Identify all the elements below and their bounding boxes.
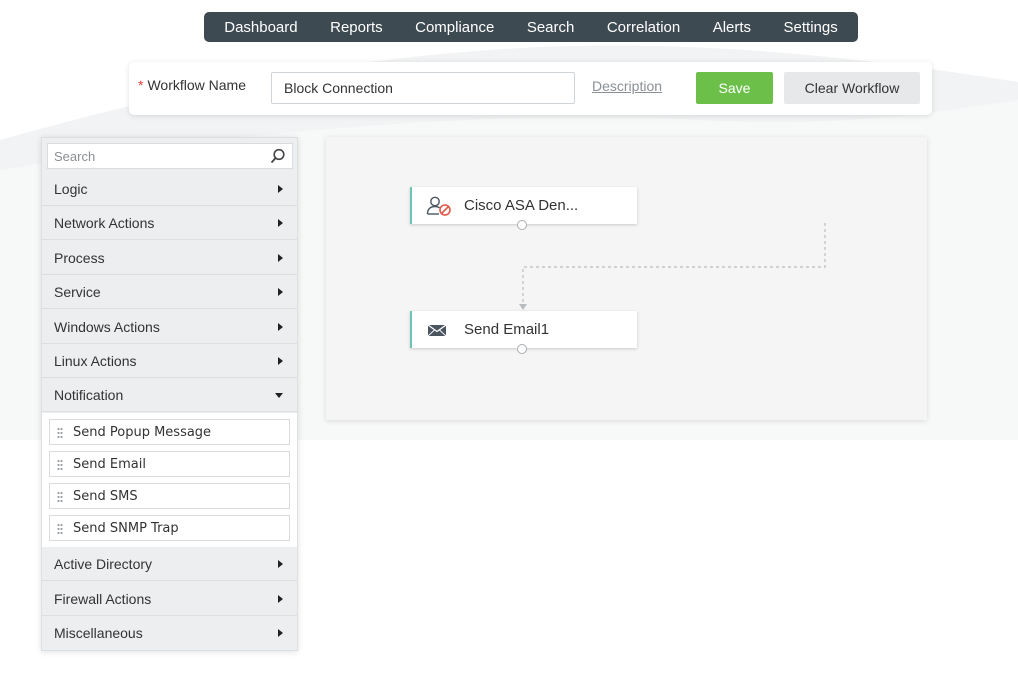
user-block-icon — [426, 196, 451, 216]
sidebar-item-label: Firewall Actions — [54, 591, 152, 607]
node-output-port[interactable] — [517, 220, 527, 230]
caret-right-icon — [278, 185, 283, 193]
action-label: Send SNMP Trap — [73, 521, 179, 536]
nav-item-dashboard[interactable]: Dashboard — [224, 19, 297, 36]
caret-right-icon — [278, 323, 283, 331]
description-link[interactable]: Description — [592, 78, 662, 94]
envelope-icon — [427, 324, 447, 337]
caret-right-icon — [278, 288, 283, 296]
sidebar-item-label: Miscellaneous — [54, 625, 143, 641]
sidebar-item-logic[interactable]: Logic — [42, 172, 297, 206]
draggable-action-send-email[interactable]: Send Email — [49, 451, 290, 477]
nav-item-alerts[interactable]: Alerts — [713, 19, 751, 36]
action-label: Send SMS — [73, 489, 138, 504]
workflow-toolbar: *Workflow Name Description Save Clear Wo… — [129, 62, 932, 115]
workflow-node-cisco-asa[interactable]: Cisco ASA Den... — [410, 187, 637, 230]
sidebar-item-label: Network Actions — [54, 215, 155, 231]
sidebar-search — [47, 143, 293, 169]
actions-sidebar: Logic Network Actions Process Service Wi… — [41, 137, 298, 651]
sidebar-item-label: Active Directory — [54, 556, 153, 572]
sidebar-item-notification[interactable]: Notification — [42, 378, 297, 412]
caret-right-icon — [278, 629, 283, 637]
search-icon[interactable] — [270, 148, 286, 164]
sidebar-item-label: Notification — [54, 387, 124, 403]
sidebar-item-label: Linux Actions — [54, 353, 137, 369]
drag-handle-icon[interactable] — [57, 427, 63, 439]
nav-item-reports[interactable]: Reports — [330, 19, 383, 36]
node-label: Send Email1 — [464, 321, 550, 338]
nav-item-search[interactable]: Search — [527, 19, 575, 36]
sidebar-item-linux-actions[interactable]: Linux Actions — [42, 344, 297, 378]
node-label: Cisco ASA Den... — [464, 197, 579, 214]
workflow-connector[interactable] — [326, 137, 927, 420]
top-navigation: Dashboard Reports Compliance Search Corr… — [204, 12, 858, 42]
sidebar-item-firewall-actions[interactable]: Firewall Actions — [42, 582, 297, 616]
caret-right-icon — [278, 560, 283, 568]
notification-actions-list: Send Popup Message Send Email Send SMS S… — [42, 413, 297, 547]
draggable-action-send-snmp-trap[interactable]: Send SNMP Trap — [49, 515, 290, 541]
node-output-port[interactable] — [517, 344, 527, 354]
nav-item-compliance[interactable]: Compliance — [415, 19, 494, 36]
search-input[interactable] — [48, 144, 248, 168]
sidebar-item-label: Process — [54, 250, 105, 266]
drag-handle-icon[interactable] — [57, 459, 63, 471]
caret-right-icon — [278, 595, 283, 603]
workflow-name-label-text: Workflow Name — [147, 77, 246, 93]
workflow-canvas[interactable]: Cisco ASA Den... Send Email1 — [326, 137, 927, 420]
nav-item-settings[interactable]: Settings — [784, 19, 838, 36]
sidebar-item-network-actions[interactable]: Network Actions — [42, 206, 297, 240]
draggable-action-send-sms[interactable]: Send SMS — [49, 483, 290, 509]
nav-item-correlation[interactable]: Correlation — [607, 19, 680, 36]
sidebar-item-label: Logic — [54, 181, 88, 197]
action-label: Send Popup Message — [73, 425, 212, 440]
sidebar-item-service[interactable]: Service — [42, 275, 297, 309]
sidebar-item-process[interactable]: Process — [42, 241, 297, 275]
sidebar-item-label: Service — [54, 284, 101, 300]
drag-handle-icon[interactable] — [57, 523, 63, 535]
clear-workflow-button[interactable]: Clear Workflow — [784, 72, 920, 104]
save-button[interactable]: Save — [696, 72, 773, 104]
action-label: Send Email — [73, 457, 146, 472]
workflow-name-input[interactable] — [271, 72, 575, 104]
draggable-action-send-popup-message[interactable]: Send Popup Message — [49, 419, 290, 445]
caret-down-icon — [275, 393, 283, 398]
workflow-name-label: * Workflow Name — [138, 77, 246, 93]
required-asterisk: * — [138, 77, 144, 93]
sidebar-item-active-directory[interactable]: Active Directory — [42, 547, 297, 581]
sidebar-item-label: Windows Actions — [54, 319, 160, 335]
caret-right-icon — [278, 254, 283, 262]
caret-right-icon — [278, 357, 283, 365]
workflow-node-send-email[interactable]: Send Email1 — [410, 311, 637, 354]
sidebar-item-miscellaneous[interactable]: Miscellaneous — [42, 616, 297, 650]
caret-right-icon — [278, 219, 283, 227]
drag-handle-icon[interactable] — [57, 491, 63, 503]
sidebar-item-windows-actions[interactable]: Windows Actions — [42, 310, 297, 344]
